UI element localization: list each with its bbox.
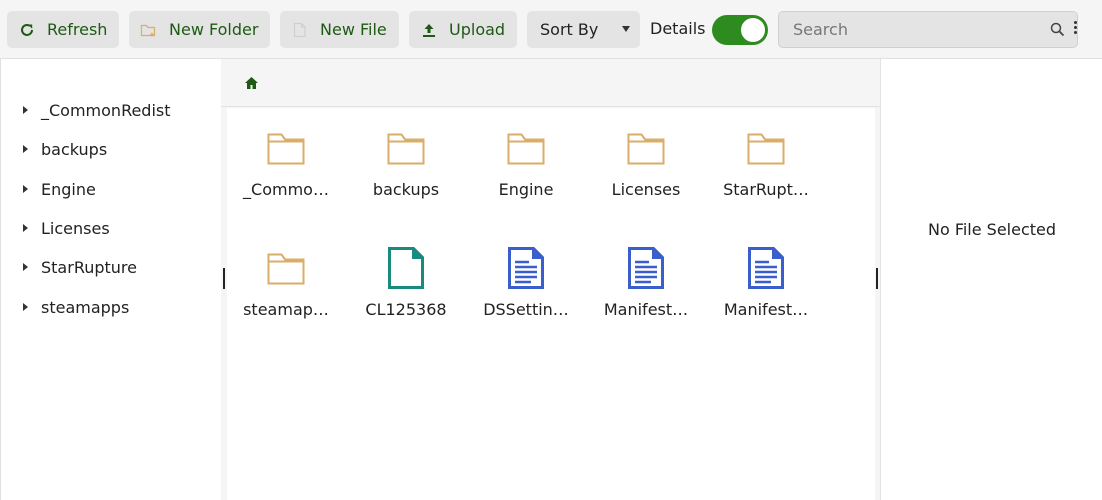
tree-item-steamapps[interactable]: steamapps: [1, 292, 222, 322]
expand-arrow-icon[interactable]: [23, 224, 28, 232]
right-splitter-handle[interactable]: [876, 268, 878, 289]
tree-item-label: backups: [41, 139, 108, 159]
file-name: DSSettin…: [483, 300, 569, 319]
tree-item-label: Engine: [41, 179, 96, 199]
document-icon: [506, 247, 546, 289]
file-name: _Commo…: [243, 180, 329, 199]
tree-item-licenses[interactable]: Licenses: [1, 213, 222, 243]
no-selection-text: No File Selected: [927, 220, 1057, 239]
folder-icon: [506, 128, 546, 168]
tree-item-label: StarRupture: [41, 257, 137, 277]
upload-button[interactable]: Upload: [409, 11, 517, 48]
folder-icon: [266, 128, 306, 168]
details-label: Details: [650, 19, 706, 38]
tree-item-backups[interactable]: backups: [1, 134, 222, 164]
upload-icon: [420, 21, 438, 39]
left-splitter-handle[interactable]: [223, 268, 225, 289]
details-panel: No File Selected: [880, 59, 1102, 500]
tree-item-label: Licenses: [41, 218, 110, 238]
file-name: Licenses: [611, 180, 681, 199]
file-item[interactable]: Engine: [476, 108, 576, 208]
file-item[interactable]: Manifest…: [716, 228, 816, 328]
new-file-label: New File: [320, 20, 387, 39]
document-icon: [626, 247, 666, 289]
search-box: [778, 11, 1078, 48]
sort-by-label: Sort By: [540, 20, 599, 39]
file-item[interactable]: StarRupt…: [716, 108, 816, 208]
new-folder-icon: [140, 21, 158, 39]
file-item[interactable]: DSSettin…: [476, 228, 576, 328]
file-name: Engine: [498, 180, 554, 199]
new-folder-button[interactable]: New Folder: [129, 11, 270, 48]
file-name: Manifest…: [723, 300, 809, 319]
file-grid: _Commo… backups Engine Licenses StarRupt…: [227, 108, 875, 500]
expand-arrow-icon[interactable]: [23, 303, 28, 311]
file-view: _Commo… backups Engine Licenses StarRupt…: [221, 59, 880, 500]
new-file-icon: [291, 21, 309, 39]
sort-by-dropdown[interactable]: Sort By: [527, 11, 640, 48]
file-item[interactable]: Licenses: [596, 108, 696, 208]
file-item[interactable]: steamap…: [236, 228, 336, 328]
upload-label: Upload: [449, 20, 506, 39]
folder-icon: [386, 128, 426, 168]
tree-item-engine[interactable]: Engine: [1, 174, 222, 204]
file-name: StarRupt…: [723, 180, 809, 199]
tree-item-label: steamapps: [41, 297, 130, 317]
tree-item-commonredist[interactable]: _CommonRedist: [1, 95, 222, 125]
file-name: backups: [372, 180, 440, 199]
file-icon: [386, 247, 426, 289]
file-name: steamap…: [243, 300, 329, 319]
toolbar: Refresh New Folder New File Upload Sort …: [0, 0, 1102, 59]
refresh-button[interactable]: Refresh: [7, 11, 119, 48]
file-name: Manifest…: [603, 300, 689, 319]
search-icon[interactable]: [1050, 22, 1065, 41]
more-options-icon[interactable]: [1071, 21, 1079, 39]
toggle-knob: [741, 18, 765, 42]
tree-item-starrupture[interactable]: StarRupture: [1, 252, 222, 282]
folder-icon: [626, 128, 666, 168]
folder-tree: _CommonRedist backups Engine Licenses St…: [0, 59, 221, 500]
tree-item-label: _CommonRedist: [41, 100, 171, 120]
expand-arrow-icon[interactable]: [23, 106, 28, 114]
document-icon: [746, 247, 786, 289]
file-item[interactable]: CL125368: [356, 228, 456, 328]
new-folder-label: New Folder: [169, 20, 259, 39]
caret-down-icon: [622, 26, 630, 32]
search-input[interactable]: [779, 12, 1044, 47]
breadcrumb: [221, 59, 880, 107]
expand-arrow-icon[interactable]: [23, 263, 28, 271]
file-item[interactable]: Manifest…: [596, 228, 696, 328]
file-item[interactable]: _Commo…: [236, 108, 336, 208]
details-toggle[interactable]: [712, 15, 768, 45]
file-name: CL125368: [365, 300, 447, 319]
home-icon[interactable]: [244, 75, 259, 94]
file-item[interactable]: backups: [356, 108, 456, 208]
refresh-icon: [18, 21, 36, 39]
folder-icon: [746, 128, 786, 168]
expand-arrow-icon[interactable]: [23, 145, 28, 153]
expand-arrow-icon[interactable]: [23, 185, 28, 193]
refresh-label: Refresh: [47, 20, 108, 39]
folder-icon: [266, 248, 306, 288]
new-file-button[interactable]: New File: [280, 11, 399, 48]
